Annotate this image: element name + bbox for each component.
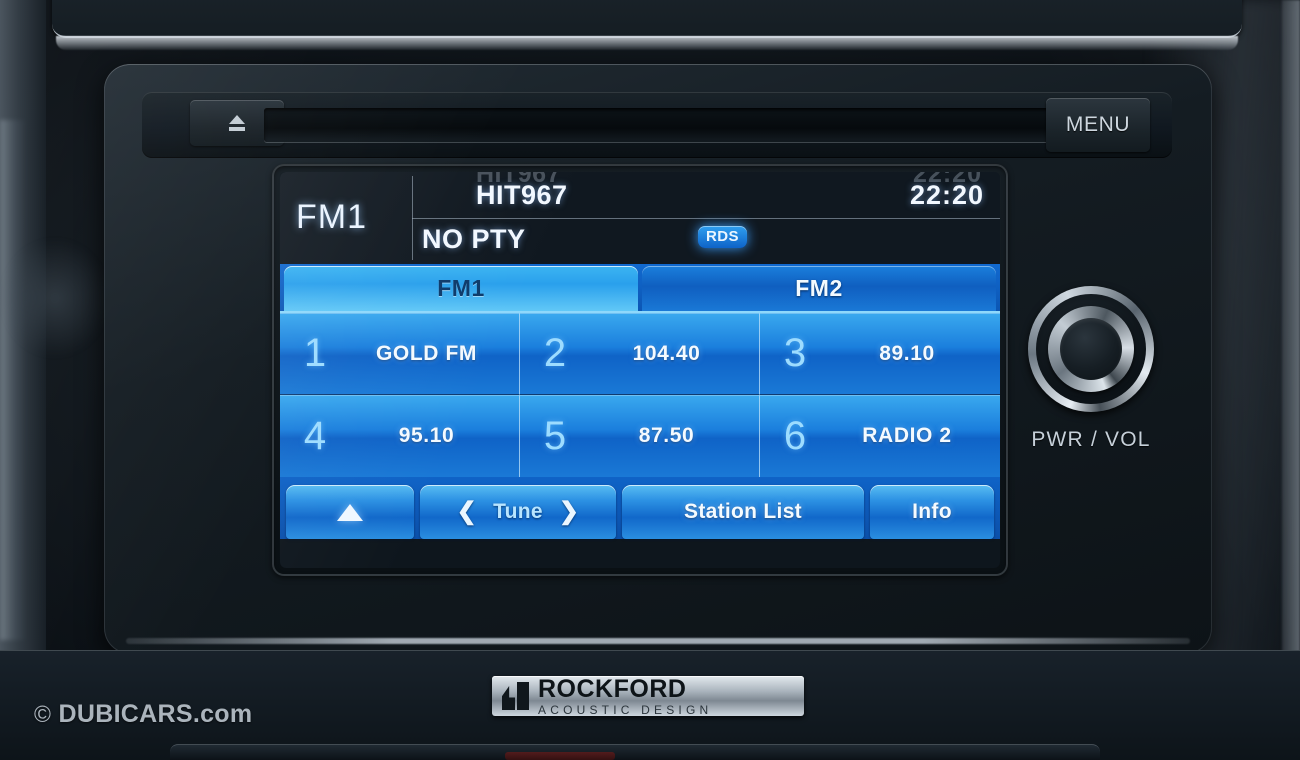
display-refresh-ghost: HIT967 22:20 [280,172,1000,188]
speaker-grille-shadow [0,238,110,358]
preset-label: RADIO 2 [862,424,952,447]
program-type-text: NO PTY [422,224,526,254]
copyright-icon: © [34,701,52,727]
preset-label: 95.10 [398,424,455,447]
preset-label: 89.10 [879,341,935,365]
rockford-logo-icon [502,682,530,710]
power-volume-knob[interactable] [1028,286,1154,412]
header-divider-horizontal [412,218,1000,219]
tune-button[interactable]: ❮ Tune ❯ [420,485,616,539]
station-list-button[interactable]: Station List [622,485,864,539]
eject-icon [229,115,245,131]
scroll-up-button[interactable] [286,485,414,539]
preset-number: 2 [543,331,567,375]
current-band-label: FM1 [296,198,367,236]
radio-display-screen[interactable]: HIT967 22:20 FM1 HIT967 22:20 NO PTY RDS… [280,172,1000,568]
badge-brand-name: ROCKFORD [538,676,687,703]
knob-label: PWR / VOL [1031,428,1151,451]
clock-text: 22:20 [909,180,984,210]
lower-console-lip [170,744,1100,760]
upper-console-chrome-rail [56,36,1238,50]
preset-label: 87.50 [638,424,695,447]
rds-indicator-badge: RDS [698,226,747,248]
power-volume-knob-group: PWR / VOL [1016,286,1166,452]
display-header: HIT967 22:20 FM1 HIT967 22:20 NO PTY RDS [280,172,1000,264]
preset-button-3[interactable]: 3 89.10 [760,313,1000,395]
softkey-row: ❮ Tune ❯ Station List Info [280,477,1000,539]
triangle-up-icon [337,503,363,521]
head-unit-bottom-chrome [126,638,1190,644]
knob-inner-ring[interactable] [1048,306,1134,392]
tab-fm2[interactable]: FM2 [642,266,996,311]
chevron-left-icon[interactable]: ❮ [457,500,477,524]
tab-fm1[interactable]: FM1 [284,266,638,311]
display-bezel: HIT967 22:20 FM1 HIT967 22:20 NO PTY RDS… [272,164,1008,576]
menu-button[interactable]: MENU [1046,98,1150,152]
band-tabs: FM1 FM2 [280,264,1000,311]
preset-number: 5 [543,413,567,458]
preset-number: 4 [303,413,327,458]
cd-disc-slot[interactable] [264,108,1104,142]
radio-head-unit: MENU HIT967 22:20 FM1 HIT967 22:20 NO PT… [104,64,1212,654]
preset-grid: 1 GOLD FM 2 104.40 3 89.10 4 95.10 5 87.… [280,311,1000,477]
right-trim-edge [1282,0,1300,660]
preset-button-4[interactable]: 4 95.10 [280,395,520,477]
cd-slot-row: MENU [142,92,1172,158]
badge-tagline: ACOUSTIC DESIGN [538,702,713,716]
preset-button-1[interactable]: 1 GOLD FM [280,313,520,395]
preset-label: GOLD FM [375,341,478,365]
left-trim-highlight [0,120,26,640]
badge-text-group: ROCKFORD ACOUSTIC DESIGN [538,676,713,716]
preset-button-6[interactable]: 6 RADIO 2 [760,395,1000,477]
preset-button-2[interactable]: 2 104.40 [520,313,760,395]
rockford-brand-badge: ROCKFORD ACOUSTIC DESIGN [492,676,804,716]
watermark: © DUBICARS.com [34,700,252,729]
preset-number: 6 [783,413,807,458]
preset-number: 3 [783,331,807,375]
preset-number: 1 [303,331,327,375]
tune-label: Tune [493,500,543,523]
preset-label: 104.40 [632,341,701,365]
chevron-right-icon[interactable]: ❯ [559,500,579,524]
upper-console-strip [52,0,1242,38]
watermark-text: DUBICARS.com [58,700,253,728]
info-button[interactable]: Info [870,485,994,539]
knob-center-cap[interactable] [1060,318,1122,380]
station-name-text: HIT967 [476,180,568,210]
preset-button-5[interactable]: 5 87.50 [520,395,760,477]
lower-console-indicator [505,752,615,760]
dashboard-background: MENU HIT967 22:20 FM1 HIT967 22:20 NO PT… [0,0,1300,760]
